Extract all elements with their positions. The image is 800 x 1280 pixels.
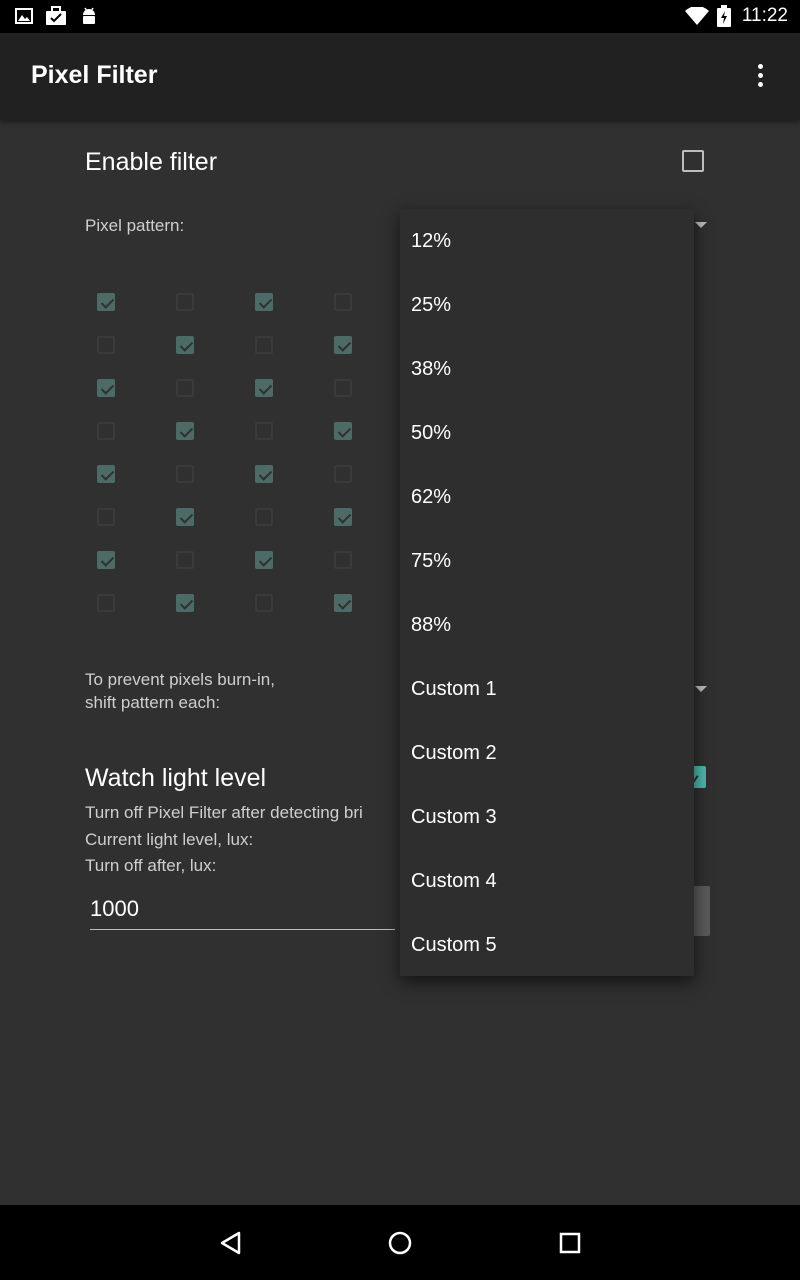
watch-light-label: Watch light level: [85, 764, 267, 792]
android-debug-icon: [83, 7, 95, 24]
status-time: 11:22: [741, 5, 788, 26]
dropdown-option[interactable]: 88%: [400, 593, 694, 657]
pattern-cell-checkbox[interactable]: [334, 422, 352, 440]
pattern-cell-checkbox[interactable]: [255, 336, 273, 354]
pattern-cell-checkbox[interactable]: [255, 508, 273, 526]
dropdown-option[interactable]: 38%: [400, 337, 694, 401]
pattern-cell-checkbox[interactable]: [176, 422, 194, 440]
pattern-cell-checkbox[interactable]: [176, 379, 194, 397]
dropdown-option[interactable]: 75%: [400, 529, 694, 593]
lux-apply-button[interactable]: [694, 886, 710, 936]
dropdown-option[interactable]: 25%: [400, 273, 694, 337]
pattern-cell-checkbox[interactable]: [255, 293, 273, 311]
briefcase-check-notification-icon: [46, 6, 66, 25]
dropdown-option[interactable]: Custom 5: [400, 913, 694, 977]
wifi-icon: [685, 7, 709, 25]
status-bar: 11:22: [0, 0, 800, 33]
pattern-cell-checkbox[interactable]: [255, 551, 273, 569]
dropdown-option[interactable]: 62%: [400, 465, 694, 529]
lux-threshold-input[interactable]: 1000: [90, 893, 395, 930]
dropdown-option[interactable]: 12%: [400, 209, 694, 273]
home-icon[interactable]: [387, 1230, 413, 1256]
pattern-cell-checkbox[interactable]: [334, 551, 352, 569]
pattern-cell-checkbox[interactable]: [97, 336, 115, 354]
current-light-label: Current light level, lux:: [85, 830, 254, 849]
pattern-cell-checkbox[interactable]: [255, 594, 273, 612]
pattern-cell-checkbox[interactable]: [255, 379, 273, 397]
pattern-cell-checkbox[interactable]: [97, 551, 115, 569]
pattern-cell-checkbox[interactable]: [334, 336, 352, 354]
navigation-bar: [0, 1205, 800, 1280]
shift-interval-dropdown-caret-icon[interactable]: [695, 686, 707, 692]
dropdown-option[interactable]: Custom 2: [400, 721, 694, 785]
app-bar: Pixel Filter: [0, 33, 800, 120]
pattern-cell-checkbox[interactable]: [97, 422, 115, 440]
pattern-cell-checkbox[interactable]: [97, 293, 115, 311]
overflow-menu-icon[interactable]: [748, 61, 772, 93]
burn-in-label-line2: shift pattern each:: [85, 693, 221, 712]
pattern-cell-checkbox[interactable]: [334, 293, 352, 311]
dropdown-option[interactable]: 50%: [400, 401, 694, 465]
watch-light-description: Turn off Pixel Filter after detecting br…: [85, 803, 363, 822]
pattern-cell-checkbox[interactable]: [176, 551, 194, 569]
pattern-cell-checkbox[interactable]: [176, 594, 194, 612]
pattern-dropdown-menu: 12% 25% 38% 50% 62% 75% 88% Custom 1 Custom 2 Cus…: [400, 209, 694, 976]
dropdown-option[interactable]: Custom 1: [400, 657, 694, 721]
enable-filter-label: Enable filter: [85, 148, 218, 176]
pattern-cell-checkbox[interactable]: [255, 422, 273, 440]
app-title: Pixel Filter: [31, 61, 158, 89]
image-notification-icon: [15, 8, 33, 24]
pixel-pattern-label: Pixel pattern:: [85, 216, 185, 235]
burn-in-label-line1: To prevent pixels burn-in,: [85, 670, 275, 689]
back-icon[interactable]: [218, 1230, 244, 1256]
recents-icon[interactable]: [558, 1231, 582, 1255]
pattern-cell-checkbox[interactable]: [334, 594, 352, 612]
battery-charging-icon: [717, 5, 731, 27]
pattern-cell-checkbox[interactable]: [97, 594, 115, 612]
pattern-cell-checkbox[interactable]: [176, 293, 194, 311]
dropdown-option[interactable]: Custom 3: [400, 785, 694, 849]
pattern-cell-checkbox[interactable]: [97, 508, 115, 526]
dropdown-option[interactable]: Custom 4: [400, 849, 694, 913]
pattern-cell-checkbox[interactable]: [176, 508, 194, 526]
pattern-cell-checkbox[interactable]: [97, 465, 115, 483]
enable-filter-checkbox[interactable]: [682, 150, 704, 172]
pattern-cell-checkbox[interactable]: [255, 465, 273, 483]
pattern-cell-checkbox[interactable]: [334, 465, 352, 483]
pattern-cell-checkbox[interactable]: [334, 508, 352, 526]
pattern-cell-checkbox[interactable]: [334, 379, 352, 397]
pattern-dropdown-caret-icon[interactable]: [695, 222, 707, 228]
pattern-cell-checkbox[interactable]: [176, 336, 194, 354]
pattern-cell-checkbox[interactable]: [176, 465, 194, 483]
turn-off-after-label: Turn off after, lux:: [85, 856, 217, 875]
pattern-cell-checkbox[interactable]: [97, 379, 115, 397]
